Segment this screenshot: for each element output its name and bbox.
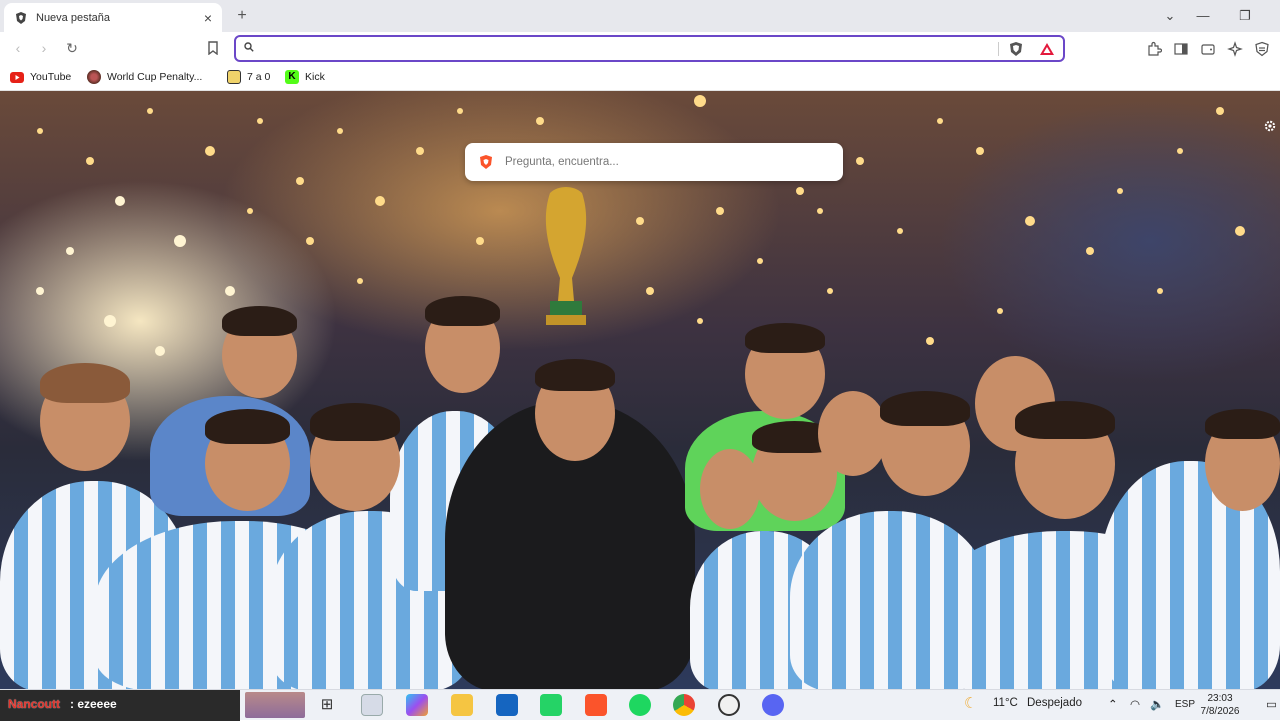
taskbar: Nancoutt : ezeeee ⊞ ☾ 11°C Despejado ⌃ ◠… <box>0 689 1280 721</box>
search-icon <box>244 42 254 52</box>
sidebar-icon[interactable] <box>1173 41 1189 57</box>
forward-icon[interactable]: › <box>34 38 54 58</box>
new-tab-button[interactable]: + <box>232 6 252 26</box>
stream-chat-overlay: Nancoutt : ezeeee <box>0 690 240 721</box>
tab-close-icon[interactable]: × <box>204 10 212 26</box>
bookmark-label: YouTube <box>30 71 72 83</box>
whatsapp-icon[interactable] <box>540 694 562 716</box>
brave-rewards-icon[interactable] <box>1039 41 1055 57</box>
world-cup-trophy-icon <box>545 187 587 325</box>
player-hair <box>880 391 970 426</box>
brave-shield-icon <box>16 11 26 24</box>
brave-icon[interactable] <box>585 694 607 716</box>
extensions-icon[interactable] <box>1146 41 1162 57</box>
bookmark-label: Kick <box>305 71 325 83</box>
language-indicator[interactable]: ESP <box>1175 699 1195 710</box>
recording-icon[interactable] <box>718 694 740 716</box>
youtube-icon <box>10 71 24 83</box>
weather-moon-icon: ☾ <box>964 695 978 712</box>
wifi-icon[interactable]: ◠ <box>1130 697 1140 711</box>
player-hair <box>1015 401 1115 439</box>
bookmark-label: 7 a 0 <box>247 71 271 83</box>
player-hair <box>205 409 290 444</box>
chat-message: : ezeeee <box>70 697 117 711</box>
brave-shields-icon[interactable] <box>1008 41 1024 57</box>
player-hair <box>310 403 400 441</box>
toolbar: ‹ › ↻ <box>0 32 1280 64</box>
copilot-icon[interactable] <box>406 694 428 716</box>
spotify-icon[interactable] <box>629 694 651 716</box>
restore-button[interactable]: ❐ <box>1230 6 1260 26</box>
reload-icon[interactable]: ↻ <box>62 38 82 58</box>
bookmark-label: World Cup Penalty... <box>107 71 203 83</box>
tab-strip: Nueva pestaña × + ⌄ — ❐ <box>0 0 1280 32</box>
discord-icon[interactable] <box>762 694 784 716</box>
fireworks-background <box>36 95 1245 356</box>
new-tab-background <box>0 91 1280 689</box>
chat-username: Nancoutt <box>8 697 60 711</box>
leo-ai-icon[interactable] <box>1227 41 1243 57</box>
player-head <box>818 391 888 476</box>
player-head <box>700 449 760 529</box>
player-hair <box>1205 409 1280 439</box>
address-separator <box>998 42 999 56</box>
bookmark-7a0[interactable]: 7 a 0 <box>227 68 270 86</box>
tab-title: Nueva pestaña <box>36 11 110 24</box>
worldcup-icon <box>87 70 101 84</box>
address-input[interactable] <box>262 40 992 57</box>
tray-overflow-chevron-icon[interactable]: ⌃ <box>1108 697 1118 711</box>
file-explorer-icon[interactable] <box>451 694 473 716</box>
bookmark-icon[interactable] <box>203 38 223 58</box>
weather-condition[interactable]: Despejado <box>1027 697 1082 709</box>
player-hair <box>535 359 615 391</box>
chrome-icon[interactable] <box>673 694 695 716</box>
back-icon[interactable]: ‹ <box>8 38 28 58</box>
bookmark-kick[interactable]: K Kick <box>285 68 325 86</box>
bookmark-youtube[interactable]: YouTube <box>10 68 71 86</box>
store-icon[interactable] <box>361 694 383 716</box>
tab-new-tab[interactable]: Nueva pestaña × <box>4 3 222 32</box>
task-view-icon[interactable]: ⊞ <box>316 694 338 716</box>
volume-icon[interactable]: 🔈 <box>1150 697 1164 711</box>
search-input[interactable] <box>505 153 825 171</box>
clock-date: 7/8/2026 <box>1200 706 1240 717</box>
bookmarks-bar: YouTube World Cup Penalty... 7 a 0 K Kic… <box>0 64 1280 91</box>
address-bar[interactable] <box>234 35 1065 62</box>
stream-thumbnail <box>245 692 305 718</box>
player-hair <box>222 306 297 336</box>
minimize-button[interactable]: — <box>1188 6 1218 26</box>
player-hair <box>40 363 130 403</box>
clock-time: 23:03 <box>1207 693 1233 704</box>
7a0-icon <box>227 70 241 84</box>
player-hair <box>745 323 825 353</box>
vpn-icon[interactable] <box>1254 41 1270 57</box>
weather-temp[interactable]: 11°C <box>993 697 1018 709</box>
bookmark-world-cup[interactable]: World Cup Penalty... <box>87 68 202 86</box>
tab-list-chevron-icon[interactable]: ⌄ <box>1155 6 1185 26</box>
search-widget[interactable] <box>465 143 843 181</box>
outlook-icon[interactable] <box>496 694 518 716</box>
notifications-icon[interactable]: ▭ <box>1266 697 1277 711</box>
kick-icon: K <box>285 70 299 84</box>
system-clock[interactable]: 23:03 7/8/2026 <box>1200 692 1240 718</box>
wallet-icon[interactable] <box>1200 41 1216 57</box>
player-hair <box>425 296 500 326</box>
brave-logo-icon <box>480 155 492 169</box>
settings-gear-icon[interactable] <box>1263 119 1277 133</box>
